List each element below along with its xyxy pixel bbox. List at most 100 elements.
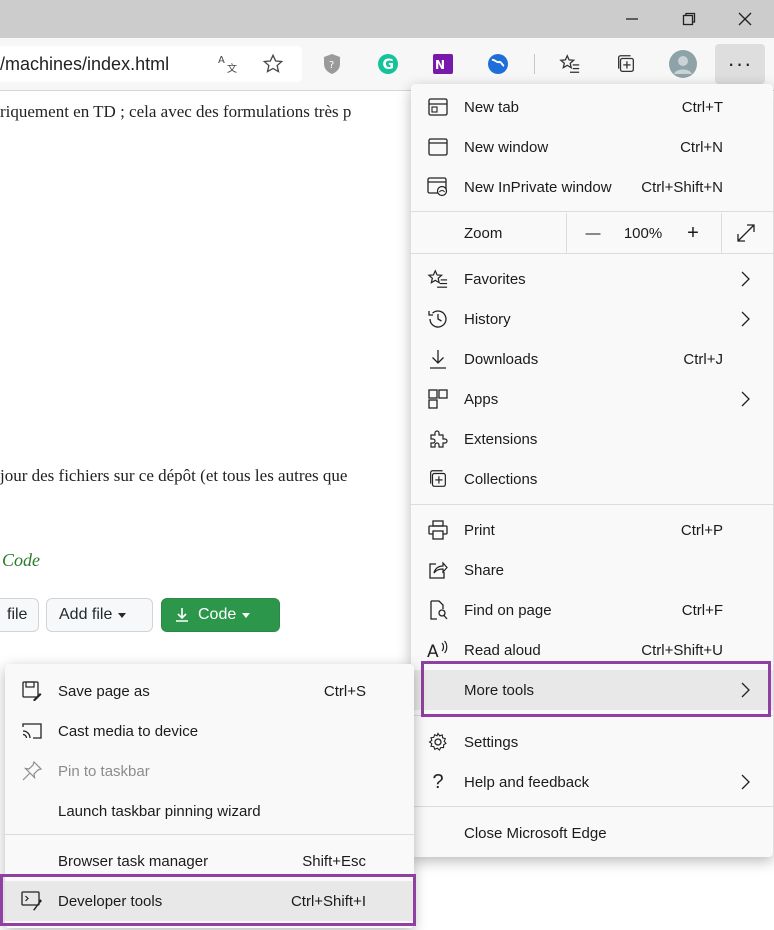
submenu-item-label: Pin to taskbar xyxy=(58,762,150,780)
onenote-icon[interactable]: N xyxy=(431,52,455,76)
submenu-item-label: Launch taskbar pinning wizard xyxy=(58,802,261,820)
menu-item-read-aloud[interactable]: A Read aloud Ctrl+Shift+U xyxy=(411,630,773,670)
menu-item-label: Collections xyxy=(464,470,538,488)
submenu-item-shortcut: Ctrl+S xyxy=(323,682,366,700)
menu-item-label: New InPrivate window xyxy=(464,178,612,196)
menu-item-print[interactable]: Print Ctrl+P xyxy=(411,510,773,550)
menu-divider xyxy=(411,504,773,505)
chevron-down-icon xyxy=(118,612,127,618)
submenu-item-shortcut: Shift+Esc xyxy=(302,852,366,870)
menu-item-new-tab[interactable]: New tab Ctrl+T xyxy=(411,87,773,127)
add-file-button[interactable]: Add file xyxy=(46,598,153,632)
menu-item-extensions[interactable]: Extensions xyxy=(411,419,773,459)
help-icon: ? xyxy=(432,770,444,793)
zoom-out-button[interactable]: — xyxy=(573,213,613,253)
minimize-icon xyxy=(626,18,638,20)
svg-text:A: A xyxy=(218,55,225,66)
minimize-button[interactable] xyxy=(603,0,661,38)
menu-item-help-and-feedback[interactable]: ? Help and feedback xyxy=(411,762,773,802)
settings-and-more-button[interactable]: ··· xyxy=(715,44,765,84)
address-bar[interactable]: /machines/index.html xyxy=(0,46,302,82)
find-on-page-icon xyxy=(427,599,449,621)
collections-icon[interactable] xyxy=(614,52,638,76)
address-text: /machines/index.html xyxy=(0,54,170,74)
zoom-separator xyxy=(566,213,567,253)
menu-item-settings[interactable]: Settings xyxy=(411,722,773,762)
chevron-right-icon xyxy=(741,391,750,407)
share-icon xyxy=(427,559,449,581)
svg-text:?: ? xyxy=(329,60,334,71)
menu-item-more-tools[interactable]: More tools xyxy=(411,670,773,710)
submenu-divider xyxy=(5,834,414,835)
menu-item-favorites[interactable]: Favorites xyxy=(411,259,773,299)
extensions-icon xyxy=(427,428,449,450)
menu-item-label: Apps xyxy=(464,390,499,408)
menu-item-shortcut: Ctrl+N xyxy=(680,138,723,156)
history-icon xyxy=(427,308,449,330)
submenu-item-launch-taskbar-pinning-wizard[interactable]: Launch taskbar pinning wizard xyxy=(5,791,414,831)
zoom-in-button[interactable]: + xyxy=(673,213,713,253)
submenu-item-label: Cast media to device xyxy=(58,722,199,740)
submenu-item-cast-media-to-device[interactable]: Cast media to device xyxy=(5,711,414,751)
menu-item-label: History xyxy=(464,310,511,328)
shield-icon[interactable]: ? xyxy=(320,52,344,76)
menu-item-new-inprivate-window[interactable]: New InPrivate window Ctrl+Shift+N xyxy=(411,167,773,207)
gear-icon xyxy=(427,731,449,753)
more-tools-submenu: Save page as Ctrl+S Cast media to device… xyxy=(5,664,414,928)
menu-item-label: Find on page xyxy=(464,601,552,619)
menu-item-apps[interactable]: Apps xyxy=(411,379,773,419)
expand-icon xyxy=(737,224,755,242)
grammarly-icon[interactable]: G xyxy=(376,52,400,76)
menu-item-label: More tools xyxy=(464,681,535,699)
developer-tools-icon xyxy=(21,890,43,912)
menu-item-label: Settings xyxy=(464,733,519,751)
submenu-item-browser-task-manager[interactable]: Browser task manager Shift+Esc xyxy=(5,841,414,881)
menu-item-label: Share xyxy=(464,561,505,579)
menu-item-new-window[interactable]: New window Ctrl+N xyxy=(411,127,773,167)
download-icon xyxy=(176,608,188,622)
menu-item-history[interactable]: History xyxy=(411,299,773,339)
pin-icon xyxy=(21,760,43,782)
profile-avatar[interactable] xyxy=(668,49,698,79)
menu-item-label: New tab xyxy=(464,98,520,116)
menu-item-label: New window xyxy=(464,138,549,156)
file-button-label: file xyxy=(7,606,28,623)
inprivate-window-icon xyxy=(427,176,449,198)
code-button-label: Code xyxy=(198,606,237,623)
read-aloud-icon: A xyxy=(427,639,449,661)
menu-item-share[interactable]: Share xyxy=(411,550,773,590)
full-screen-button[interactable] xyxy=(731,213,761,253)
menu-item-shortcut: Ctrl+Shift+U xyxy=(641,641,723,659)
menu-divider xyxy=(411,211,773,212)
more-dots-icon: ··· xyxy=(727,51,753,76)
menu-item-shortcut: Ctrl+Shift+N xyxy=(641,178,723,196)
add-favorite-star-icon[interactable] xyxy=(261,52,285,76)
code-button[interactable]: Code xyxy=(161,598,280,632)
svg-text:文: 文 xyxy=(227,62,237,75)
submenu-item-save-page-as[interactable]: Save page as Ctrl+S xyxy=(5,671,414,711)
settings-menu: New tab Ctrl+T New window Ctrl+N New InP… xyxy=(411,84,773,857)
favorites-icon[interactable] xyxy=(558,52,582,76)
menu-item-shortcut: Ctrl+F xyxy=(681,601,723,619)
menu-item-label: Zoom xyxy=(464,224,503,242)
file-button[interactable]: file xyxy=(0,598,39,632)
menu-item-label: Favorites xyxy=(464,270,526,288)
download-icon xyxy=(427,348,449,370)
page-code-heading: Code xyxy=(2,550,40,570)
menu-item-close-microsoft-edge[interactable]: Close Microsoft Edge xyxy=(411,813,773,853)
menu-item-downloads[interactable]: Downloads Ctrl+J xyxy=(411,339,773,379)
restore-button[interactable] xyxy=(660,0,718,38)
menu-item-find-on-page[interactable]: Find on page Ctrl+F xyxy=(411,590,773,630)
restore-icon xyxy=(682,12,696,26)
toolbar-separator xyxy=(534,54,535,74)
submenu-item-label: Developer tools xyxy=(58,892,163,910)
new-window-icon xyxy=(427,136,449,158)
zoom-separator xyxy=(721,213,722,253)
svg-text:N: N xyxy=(435,58,445,72)
translate-icon[interactable]: A文 xyxy=(216,52,240,76)
globe-extension-icon[interactable] xyxy=(486,52,510,76)
close-window-button[interactable] xyxy=(716,0,774,38)
submenu-item-developer-tools[interactable]: Developer tools Ctrl+Shift+I xyxy=(5,881,414,921)
title-bar xyxy=(0,0,774,38)
menu-item-collections[interactable]: Collections xyxy=(411,459,773,499)
